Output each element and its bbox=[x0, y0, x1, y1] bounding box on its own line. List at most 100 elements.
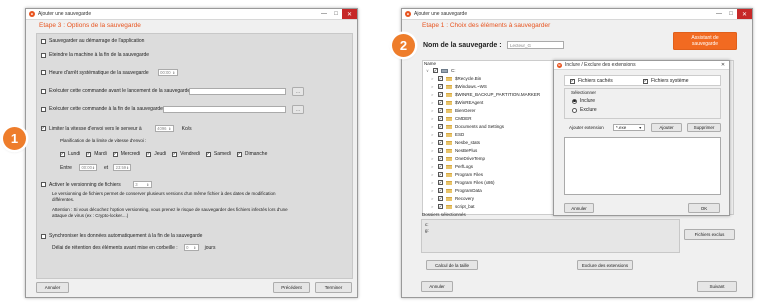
radio[interactable] bbox=[572, 98, 577, 104]
tree-item[interactable]: > ✓ $Recycle.Bin bbox=[431, 75, 481, 83]
hidden-files-option[interactable]: ✓ Fichiers cachés bbox=[570, 78, 613, 84]
checkbox[interactable]: ✓ bbox=[643, 78, 648, 84]
checkbox[interactable]: ✓ bbox=[438, 84, 443, 90]
tree-item[interactable]: > ✓ Recovery bbox=[431, 195, 474, 203]
cmd-after-input[interactable] bbox=[163, 106, 286, 113]
close-icon[interactable]: ✕ bbox=[737, 9, 752, 19]
checkbox[interactable]: ✓ bbox=[438, 140, 443, 146]
browse-after-button[interactable]: ... bbox=[292, 105, 304, 114]
tree-item[interactable]: > ✓ CMDER bbox=[431, 115, 472, 123]
backup-name-input[interactable]: Lecteur_G bbox=[507, 41, 564, 49]
option-cmd-after[interactable]: Exécuter cette commande à la fin de la s… bbox=[41, 106, 163, 112]
checkbox[interactable]: ✓ bbox=[438, 124, 443, 130]
checkbox[interactable]: ✓ bbox=[205, 151, 211, 157]
to-time-spinner[interactable]: 23:59 ⇕ bbox=[113, 164, 132, 171]
option-versioning[interactable]: Activer le versionning de fichiers 3 ⇕ bbox=[41, 181, 152, 188]
next-button[interactable]: Suivant bbox=[697, 281, 737, 292]
chevron-right-icon[interactable]: > bbox=[431, 188, 435, 193]
exclude-extensions-button[interactable]: Exclure des extensions bbox=[577, 260, 633, 270]
maximize-icon[interactable]: □ bbox=[725, 9, 737, 19]
dialog-cancel-button[interactable]: Annuler bbox=[564, 203, 594, 213]
chevron-right-icon[interactable]: > bbox=[431, 148, 435, 153]
previous-button[interactable]: Précédent bbox=[273, 282, 310, 293]
checkbox[interactable] bbox=[41, 106, 46, 112]
checkbox[interactable]: ✓ bbox=[438, 204, 443, 210]
minimize-icon[interactable]: — bbox=[318, 9, 330, 19]
maximize-icon[interactable]: □ bbox=[330, 9, 342, 19]
chevron-right-icon[interactable]: > bbox=[431, 108, 435, 113]
day-wednesday[interactable]: ✓ Mercredi bbox=[112, 151, 140, 157]
tree-item[interactable]: > ✓ ProgramData bbox=[431, 187, 482, 195]
tree-item[interactable]: > ✓ Nesbe_stats bbox=[431, 139, 480, 147]
checkbox[interactable]: ✓ bbox=[41, 126, 46, 131]
list-item[interactable]: g: bbox=[425, 228, 676, 234]
checkbox[interactable]: ✓ bbox=[112, 151, 118, 157]
from-time-spinner[interactable]: 00:00 ⇕ bbox=[78, 164, 97, 171]
checkbox[interactable]: ✓ bbox=[60, 151, 65, 157]
tree-item[interactable]: > ✓ $WinREAgent bbox=[431, 99, 483, 107]
add-extension-button[interactable]: Ajouter bbox=[651, 123, 682, 132]
checkbox[interactable]: ✓ bbox=[438, 164, 443, 170]
cancel-button[interactable]: Annuler bbox=[421, 281, 453, 292]
checkbox[interactable]: ✓ bbox=[438, 188, 443, 194]
checkbox[interactable]: ✓ bbox=[438, 108, 443, 114]
tree-item[interactable]: > ✓ Program Files (x86) bbox=[431, 179, 495, 187]
checkbox[interactable]: ✓ bbox=[438, 172, 443, 178]
checkbox[interactable]: ✓ bbox=[438, 100, 443, 106]
chevron-right-icon[interactable]: > bbox=[431, 204, 435, 209]
checkbox[interactable] bbox=[41, 38, 46, 44]
tree-root[interactable]: ∨ ✓ C: bbox=[426, 67, 456, 75]
option-startup[interactable]: Sauvegarder au démarrage de l'applicatio… bbox=[41, 38, 144, 44]
chevron-right-icon[interactable]: > bbox=[431, 84, 435, 89]
day-saturday[interactable]: ✓ Samedi bbox=[205, 151, 231, 157]
checkbox[interactable] bbox=[41, 70, 46, 75]
retention-spinner[interactable]: 0 ⇕ bbox=[183, 244, 199, 251]
chevron-right-icon[interactable]: > bbox=[431, 100, 435, 105]
remove-extension-button[interactable]: Supprimer bbox=[687, 123, 721, 132]
chevron-down-icon[interactable]: ∨ bbox=[426, 68, 430, 73]
day-monday[interactable]: ✓ Lundi bbox=[60, 151, 80, 157]
stop-time-spinner[interactable]: 00:00 ⇕ bbox=[157, 69, 178, 76]
tree-item[interactable]: > ✓ NesBePlus bbox=[431, 147, 477, 155]
checkbox[interactable]: ✓ bbox=[433, 68, 438, 74]
checkbox[interactable]: ✓ bbox=[570, 78, 575, 84]
checkbox[interactable] bbox=[41, 182, 46, 187]
calc-size-button[interactable]: Calcul de la taille bbox=[426, 260, 478, 270]
checkbox[interactable]: ✓ bbox=[438, 116, 443, 122]
exclude-radio[interactable]: Exclure bbox=[572, 107, 597, 113]
checkbox[interactable] bbox=[41, 233, 46, 239]
day-sunday[interactable]: ✓ Dimanche bbox=[236, 151, 267, 157]
checkbox[interactable]: ✓ bbox=[146, 151, 152, 157]
tree-item[interactable]: > ✓ Documents and Settings bbox=[431, 123, 504, 131]
checkbox[interactable]: ✓ bbox=[86, 151, 92, 157]
tree-item[interactable]: > ✓ PerfLogs bbox=[431, 163, 473, 171]
speed-spinner[interactable]: 4096 ⇕ bbox=[154, 125, 174, 132]
include-radio[interactable]: Inclure bbox=[572, 98, 595, 104]
chevron-right-icon[interactable]: > bbox=[431, 116, 435, 121]
tree-item[interactable]: > ✓ script_bat bbox=[431, 203, 475, 211]
checkbox[interactable]: ✓ bbox=[438, 196, 443, 202]
versions-spinner[interactable]: 3 ⇕ bbox=[132, 181, 152, 188]
checkbox[interactable]: ✓ bbox=[236, 151, 242, 157]
chevron-right-icon[interactable]: > bbox=[431, 164, 435, 169]
chevron-right-icon[interactable]: > bbox=[431, 132, 435, 137]
day-thursday[interactable]: ✓ Jeudi bbox=[146, 151, 166, 157]
close-icon[interactable]: ✕ bbox=[342, 9, 357, 19]
checkbox[interactable]: ✓ bbox=[438, 156, 443, 162]
close-icon[interactable]: ✕ bbox=[717, 61, 729, 69]
tree-item[interactable]: > ✓ OneDriveTemp bbox=[431, 155, 485, 163]
browse-before-button[interactable]: ... bbox=[292, 87, 304, 96]
checkbox[interactable]: ✓ bbox=[438, 132, 443, 138]
option-speed-limit[interactable]: ✓ Limiter la vitesse d'envoi vers le ser… bbox=[41, 125, 192, 132]
tree-item[interactable]: > ✓ $Windows.~WS bbox=[431, 83, 487, 91]
chevron-right-icon[interactable]: > bbox=[431, 156, 435, 161]
extensions-list[interactable] bbox=[564, 137, 721, 195]
day-friday[interactable]: ✓ Vendredi bbox=[172, 151, 200, 157]
option-shutdown[interactable]: Eteindre la machine à la fin de la sauve… bbox=[41, 52, 149, 58]
chevron-right-icon[interactable]: > bbox=[431, 140, 435, 145]
tree-item[interactable]: > ✓ Program Files bbox=[431, 171, 483, 179]
checkbox[interactable]: ✓ bbox=[438, 76, 443, 82]
chevron-right-icon[interactable]: > bbox=[431, 76, 435, 81]
cmd-before-input[interactable] bbox=[189, 88, 286, 95]
checkbox[interactable]: ✓ bbox=[438, 180, 443, 186]
